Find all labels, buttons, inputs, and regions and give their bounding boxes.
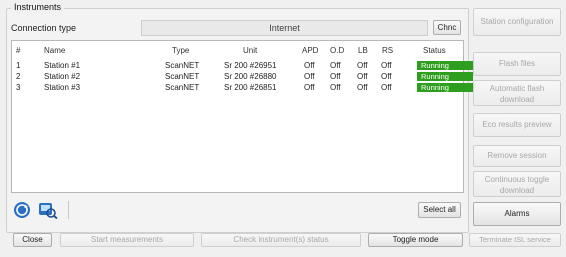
row-type: ScanNET bbox=[165, 61, 200, 70]
toggle-mode-button[interactable]: Toggle mode bbox=[368, 233, 463, 247]
row-name: Station #1 bbox=[44, 61, 81, 70]
row-name: Station #2 bbox=[44, 72, 81, 81]
status-badge: Running bbox=[417, 83, 473, 92]
row-od: Off bbox=[330, 61, 341, 70]
col-header-type[interactable]: Type bbox=[172, 46, 189, 55]
col-header-name[interactable]: Name bbox=[44, 46, 65, 55]
connection-type-label: Connection type bbox=[11, 23, 77, 33]
change-connection-button[interactable]: Chnc bbox=[433, 20, 461, 35]
status-badge: Running bbox=[417, 72, 473, 81]
flash-files-button[interactable]: Flash files bbox=[473, 52, 561, 76]
row-rs: Off bbox=[381, 61, 392, 70]
station-configuration-button[interactable]: Station configuration bbox=[473, 8, 561, 36]
row-od: Off bbox=[330, 72, 341, 81]
row-num: 2 bbox=[16, 72, 21, 81]
row-type: ScanNET bbox=[165, 72, 200, 81]
col-header-od[interactable]: O.D bbox=[330, 46, 344, 55]
terminate-isl-service-button[interactable]: Terminate ISL service bbox=[469, 233, 561, 247]
col-header-num[interactable]: # bbox=[16, 46, 20, 55]
instruments-table: # Name Type Unit APD O.D LB RS Status 1 … bbox=[11, 40, 473, 193]
continuous-toggle-download-button[interactable]: Continuous toggle download bbox=[473, 171, 561, 197]
row-rs: Off bbox=[381, 83, 392, 92]
remove-session-button[interactable]: Remove session bbox=[473, 145, 561, 167]
row-unit: Sr 200 #26851 bbox=[224, 83, 277, 92]
col-header-lb[interactable]: LB bbox=[358, 46, 368, 55]
col-header-rs[interactable]: RS bbox=[382, 46, 393, 55]
row-type: ScanNET bbox=[165, 83, 200, 92]
row-apd: Off bbox=[304, 83, 315, 92]
start-measurements-button[interactable]: Start measurements bbox=[60, 233, 194, 247]
col-header-status[interactable]: Status bbox=[423, 46, 446, 55]
close-button[interactable]: Close bbox=[13, 233, 52, 247]
col-header-unit[interactable]: Unit bbox=[243, 46, 257, 55]
connection-type-field[interactable]: Internet bbox=[141, 20, 428, 36]
row-num: 3 bbox=[16, 83, 21, 92]
row-apd: Off bbox=[304, 72, 315, 81]
row-lb: Off bbox=[357, 72, 368, 81]
row-apd: Off bbox=[304, 61, 315, 70]
row-od: Off bbox=[330, 83, 341, 92]
row-rs: Off bbox=[381, 72, 392, 81]
row-lb: Off bbox=[357, 83, 368, 92]
eco-results-preview-button[interactable]: Eco results preview bbox=[473, 113, 561, 137]
check-status-button[interactable]: Check instrument(s) status bbox=[201, 233, 361, 247]
row-unit: Sr 200 #26880 bbox=[224, 72, 277, 81]
automatic-flash-download-button[interactable]: Automatic flash download bbox=[473, 80, 561, 106]
alarms-button[interactable]: Alarms bbox=[473, 202, 561, 226]
row-num: 1 bbox=[16, 61, 21, 70]
row-unit: Sr 200 #26951 bbox=[224, 61, 277, 70]
divider bbox=[68, 201, 69, 219]
row-lb: Off bbox=[357, 61, 368, 70]
group-title: Instruments bbox=[11, 2, 65, 12]
select-all-button[interactable]: Select all bbox=[418, 202, 461, 218]
row-name: Station #3 bbox=[44, 83, 81, 92]
instrument-search-icon[interactable] bbox=[38, 201, 58, 220]
status-badge: Running bbox=[417, 61, 473, 70]
refresh-icon[interactable] bbox=[13, 201, 31, 219]
col-header-apd[interactable]: APD bbox=[302, 46, 318, 55]
